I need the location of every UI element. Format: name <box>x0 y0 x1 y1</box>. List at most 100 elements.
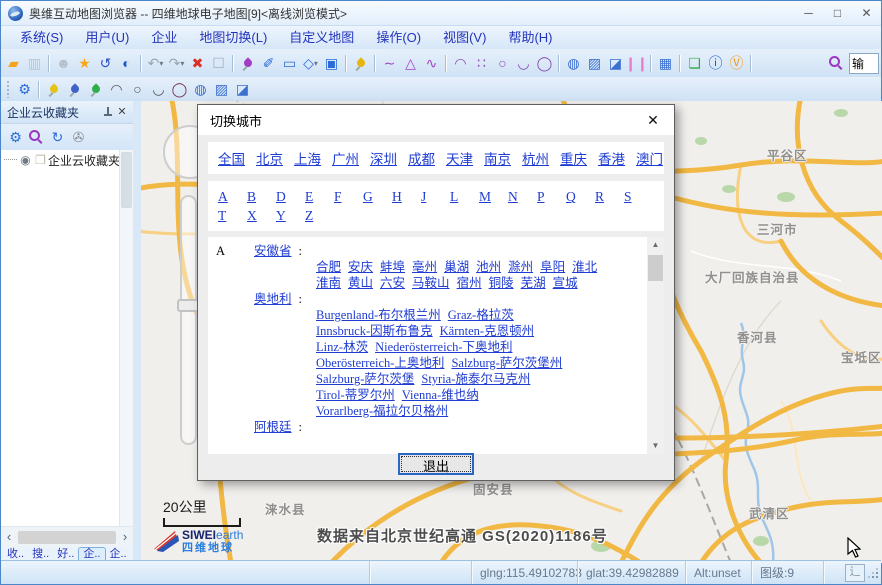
city-link[interactable]: 淮北 <box>572 260 597 274</box>
city-link[interactable]: 上海 <box>294 148 321 168</box>
letter-link[interactable]: M <box>479 187 508 206</box>
city-link[interactable]: 淮南 <box>316 276 341 290</box>
city-link[interactable]: 澳门 <box>636 148 663 168</box>
select-area-icon[interactable]: ☐ <box>208 53 229 73</box>
panel-settings-icon[interactable]: ⚙ <box>5 127 26 147</box>
city-link[interactable]: 天津 <box>446 148 473 168</box>
globe-3d-icon[interactable]: ◐ <box>116 53 137 73</box>
menu-item[interactable]: 视图(V) <box>432 27 497 49</box>
letter-link[interactable]: Y <box>276 206 305 225</box>
maximize-button[interactable]: □ <box>823 2 852 24</box>
minimize-button[interactable]: ─ <box>794 2 823 24</box>
city-link[interactable]: 亳州 <box>412 260 437 274</box>
scroll-thumb[interactable] <box>121 152 132 208</box>
city-link[interactable]: 巢湖 <box>444 260 469 274</box>
panel-search-icon[interactable] <box>26 127 47 147</box>
letter-link[interactable]: P <box>537 187 566 206</box>
resize-grip[interactable] <box>865 565 881 581</box>
province-link-argentina[interactable]: 阿根廷 <box>254 420 292 434</box>
close-button[interactable]: ✕ <box>852 2 881 24</box>
fill-circle-icon[interactable]: ◍ <box>563 53 584 73</box>
vip-icon[interactable]: Ⓥ <box>726 53 747 73</box>
arc-c2-icon[interactable]: ◡ <box>148 79 169 99</box>
city-link[interactable]: 黄山 <box>348 276 373 290</box>
polygon-tool-icon[interactable]: ◇ <box>300 53 321 73</box>
city-link[interactable]: 全国 <box>218 148 245 168</box>
save-icon[interactable]: ▥ <box>24 53 45 73</box>
city-link[interactable]: 成都 <box>408 148 435 168</box>
scroll-right-icon[interactable]: › <box>117 528 133 546</box>
city-link[interactable]: Burgenland-布尔根兰州 <box>316 308 441 322</box>
letter-link[interactable]: S <box>624 187 653 206</box>
panel-close-icon[interactable]: ✕ <box>115 105 129 119</box>
menu-item[interactable]: 企业 <box>140 27 188 49</box>
city-link[interactable]: Innsbruck-因斯布鲁克 <box>316 324 433 338</box>
letter-link[interactable]: J <box>421 187 450 206</box>
city-link[interactable]: Niederösterreich-下奥地利 <box>375 340 512 354</box>
info-icon[interactable]: ⓘ <box>705 53 726 73</box>
panel-attach-icon[interactable]: ✇ <box>68 127 89 147</box>
city-link[interactable]: Kärnten-克恩顿州 <box>440 324 534 338</box>
city-link[interactable]: 北京 <box>256 148 283 168</box>
province-link-austria[interactable]: 奥地利 <box>254 292 292 306</box>
city-link[interactable]: 宿州 <box>457 276 482 290</box>
measure-icon[interactable]: ✐ <box>258 53 279 73</box>
city-link[interactable]: Salzburg-萨尔茨堡 <box>316 372 414 386</box>
toolbar-search-input[interactable] <box>849 53 879 74</box>
dialog-close-icon[interactable]: ✕ <box>644 111 662 129</box>
province-link-anhui[interactable]: 安徽省 <box>254 244 292 258</box>
open-project-icon[interactable]: ▰ <box>3 53 24 73</box>
letter-link[interactable]: X <box>247 206 276 225</box>
fill-polygon-icon[interactable]: ◪ <box>605 53 626 73</box>
dialog-scrollbar[interactable]: ▲ ▼ <box>647 237 664 454</box>
city-link[interactable]: 南京 <box>484 148 511 168</box>
pushpin-icon[interactable] <box>350 53 371 73</box>
toolbar-drag-handle[interactable] <box>6 80 11 98</box>
delete-icon[interactable]: ✖ <box>187 53 208 73</box>
city-link[interactable]: 广州 <box>332 148 359 168</box>
dialog-title-bar[interactable]: 切换城市 ✕ <box>198 105 674 135</box>
city-link[interactable]: 铜陵 <box>489 276 514 290</box>
scroll-left-icon[interactable]: ‹ <box>1 528 17 546</box>
city-link[interactable]: 芜湖 <box>521 276 546 290</box>
search-icon[interactable] <box>826 53 847 73</box>
ellipse-icon[interactable]: ◯ <box>534 53 555 73</box>
pin-yellow-icon[interactable] <box>43 79 64 99</box>
city-link[interactable]: 滁州 <box>508 260 533 274</box>
favorites-star-icon[interactable]: ★ <box>74 53 95 73</box>
city-link[interactable]: Salzburg-萨尔茨堡州 <box>451 356 562 370</box>
menu-item[interactable]: 系统(S) <box>9 27 74 49</box>
circle-icon[interactable]: ○ <box>492 53 513 73</box>
curve-icon[interactable]: ∿ <box>421 53 442 73</box>
city-link[interactable]: Styria-施泰尔马克州 <box>421 372 530 386</box>
exit-button[interactable]: 退出 <box>398 453 474 475</box>
city-link[interactable]: Vorarlberg-福拉尔贝格州 <box>316 404 448 418</box>
redo-icon[interactable]: ↷ <box>166 53 187 73</box>
city-link[interactable]: 马鞍山 <box>412 276 450 290</box>
settings-gear-icon[interactable]: ⚙ <box>14 79 35 99</box>
scroll-up-icon[interactable]: ▲ <box>647 237 664 253</box>
city-link[interactable]: 六安 <box>380 276 405 290</box>
menu-item[interactable]: 操作(O) <box>365 27 432 49</box>
panel-horizontal-scrollbar[interactable]: ‹ › <box>1 526 133 547</box>
city-link[interactable]: Tirol-蒂罗尔州 <box>316 388 395 402</box>
city-link[interactable]: 宣城 <box>553 276 578 290</box>
city-link[interactable]: Vienna-维也纳 <box>402 388 479 402</box>
circle2-icon[interactable]: ○ <box>127 79 148 99</box>
scroll-thumb[interactable] <box>648 255 663 281</box>
tree-row[interactable]: ◉ ❐ 企业云收藏夹[ <box>1 150 120 170</box>
city-link[interactable]: 重庆 <box>560 148 587 168</box>
fill-roundrect2-icon[interactable]: ▨ <box>211 79 232 99</box>
camera-icon[interactable]: ▣ <box>321 53 342 73</box>
bars-icon[interactable]: ❙❙ <box>626 53 647 73</box>
autohide-pin-icon[interactable] <box>101 105 115 119</box>
arc-icon[interactable]: ◠ <box>450 53 471 73</box>
polyline-icon[interactable]: ∼ <box>379 53 400 73</box>
city-link[interactable]: 蚌埠 <box>380 260 405 274</box>
city-link[interactable]: 池州 <box>476 260 501 274</box>
data-table-icon[interactable]: ▦ <box>655 53 676 73</box>
gesture-mode-icon[interactable]: 辶 <box>845 564 865 582</box>
panel-vertical-scrollbar[interactable] <box>119 150 133 527</box>
menu-item[interactable]: 地图切换(L) <box>188 27 278 49</box>
ruler-icon[interactable]: ▭ <box>279 53 300 73</box>
